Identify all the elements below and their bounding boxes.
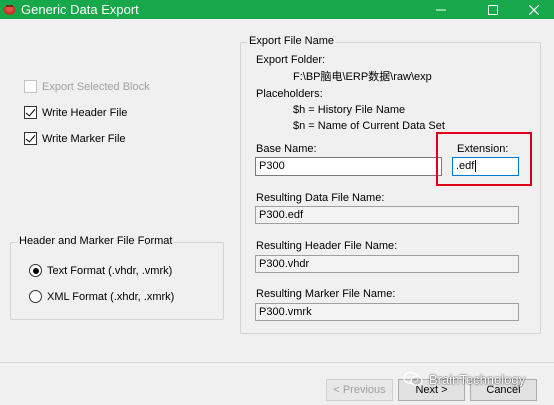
placeholders-label: Placeholders:: [256, 88, 323, 100]
write-marker-file-checkbox[interactable]: [24, 132, 37, 145]
write-header-file-option[interactable]: Write Header File: [24, 106, 127, 119]
header-file-name-field: P300.vhdr: [255, 255, 519, 273]
watermark: BrainTechnology: [403, 371, 525, 387]
xml-format-radio[interactable]: [29, 290, 42, 303]
header-file-label: Resulting Header File Name:: [256, 240, 398, 252]
marker-file-label: Resulting Marker File Name:: [256, 288, 396, 300]
data-file-name-field: P300.edf: [255, 206, 519, 224]
text-format-label: Text Format (.vhdr, .vmrk): [47, 264, 173, 277]
text-format-radio[interactable]: [29, 264, 42, 277]
maximize-button[interactable]: [470, 0, 516, 19]
data-file-label: Resulting Data File Name:: [256, 192, 385, 204]
title-bar: Generic Data Export: [0, 0, 554, 19]
export-folder-path: F:\BP脑电\ERP数据\raw\exp: [293, 71, 432, 83]
minimize-button[interactable]: [418, 0, 464, 19]
export-selected-block-label: Export Selected Block: [42, 80, 150, 93]
file-format-group: Header and Marker File Format: [10, 235, 224, 320]
file-format-group-legend: Header and Marker File Format: [17, 235, 175, 247]
minimize-icon: [436, 9, 446, 10]
xml-format-label: XML Format (.xhdr, .xmrk): [47, 290, 175, 303]
maximize-icon: [488, 4, 498, 15]
base-name-label: Base Name:: [256, 143, 317, 155]
placeholder-n-text: $n = Name of Current Data Set: [293, 120, 445, 132]
marker-file-name-field: P300.vmrk: [255, 303, 519, 321]
footer-separator: [0, 362, 554, 363]
write-header-file-label: Write Header File: [42, 106, 128, 119]
export-folder-label: Export Folder:: [256, 54, 326, 66]
app-icon: [3, 3, 16, 16]
export-selected-block-option[interactable]: Export Selected Block: [24, 80, 150, 93]
write-marker-file-label: Write Marker File: [42, 132, 126, 145]
previous-button[interactable]: < Previous: [326, 379, 393, 401]
base-name-input[interactable]: P300: [255, 157, 442, 176]
placeholder-h-text: $h = History File Name: [293, 104, 406, 116]
wechat-icon: [403, 371, 423, 386]
highlight-box: [436, 132, 532, 186]
export-selected-block-checkbox[interactable]: [24, 80, 37, 93]
close-button[interactable]: [511, 0, 554, 19]
export-file-name-group-legend: Export File Name: [247, 35, 336, 47]
xml-format-option[interactable]: XML Format (.xhdr, .xmrk): [29, 290, 174, 303]
window-title: Generic Data Export: [21, 2, 139, 17]
close-icon: [529, 4, 539, 15]
dialog-body: Export Selected Block Write Header File …: [0, 19, 554, 405]
write-header-file-checkbox[interactable]: [24, 106, 37, 119]
write-marker-file-option[interactable]: Write Marker File: [24, 132, 126, 145]
watermark-text: BrainTechnology: [429, 371, 526, 387]
text-format-option[interactable]: Text Format (.vhdr, .vmrk): [29, 264, 172, 277]
